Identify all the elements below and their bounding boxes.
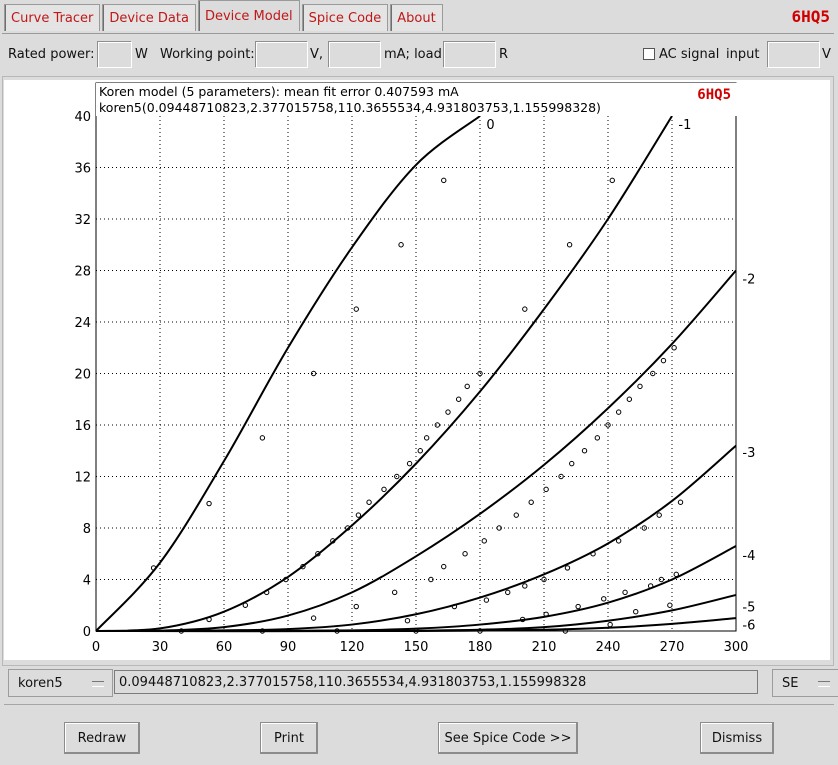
ma-load-label: mA; load	[384, 47, 442, 62]
rated-power-input[interactable]	[98, 42, 132, 68]
chart-subtitle: koren5(0.09448710823,2.377015758,110.365…	[99, 100, 601, 115]
tab-divider	[2, 33, 834, 34]
redraw-button[interactable]: Redraw	[64, 722, 140, 754]
curve-label: -5	[742, 601, 755, 616]
print-button[interactable]: Print	[260, 722, 318, 754]
x-tick-label: 30	[152, 640, 169, 655]
y-tick-label: 32	[74, 213, 91, 228]
rated-power-unit: W	[135, 47, 148, 62]
input-label: input	[726, 47, 760, 62]
divider	[4, 704, 834, 705]
curve-label: -4	[742, 549, 755, 564]
see-spice-code-button[interactable]: See Spice Code >>	[438, 722, 578, 754]
curve-label: -2	[742, 272, 755, 287]
working-point-ma-input[interactable]	[329, 42, 381, 68]
y-tick-label: 20	[74, 368, 91, 383]
tab-device-data[interactable]: Device Data	[102, 4, 196, 31]
chart-title: Koren model (5 parameters): mean fit err…	[99, 84, 459, 99]
x-tick-label: 120	[340, 640, 365, 655]
circuit-select-value: SE	[782, 675, 799, 691]
y-tick-label: 28	[74, 265, 91, 280]
model-select-value: koren5	[18, 675, 63, 691]
dismiss-button[interactable]: Dismiss	[700, 722, 774, 754]
curve-label: -3	[742, 446, 755, 461]
working-point-volts-input[interactable]	[256, 42, 308, 68]
tab-device-model[interactable]: Device Model	[197, 0, 300, 31]
x-tick-label: 150	[404, 640, 429, 655]
x-tick-label: 300	[724, 640, 749, 655]
x-tick-label: 240	[596, 640, 621, 655]
y-tick-label: 0	[83, 625, 91, 640]
volts-unit: V,	[310, 47, 324, 62]
input-unit: V	[822, 47, 831, 62]
operating-point-row: Rated power: W Working point: V, mA; loa…	[8, 42, 831, 68]
circuit-select[interactable]: SE	[772, 669, 838, 697]
load-input[interactable]	[444, 42, 496, 68]
y-tick-label: 8	[83, 522, 91, 537]
plot-area: 0 30 60 90 120 150 180 210 240 270 300 0 4 8 12 16 20 24 2…	[4, 80, 830, 660]
chart-tube-label: 6HQ5	[697, 87, 731, 103]
x-tick-label: 270	[660, 640, 685, 655]
rated-power-label: Rated power:	[8, 47, 95, 62]
y-tick-label: 36	[74, 162, 91, 177]
curve-label: -6	[742, 619, 755, 634]
x-tick-label: 0	[92, 640, 100, 655]
chevron-down-icon	[92, 681, 104, 687]
y-tick-label: 16	[74, 419, 91, 434]
x-tick-label: 210	[532, 640, 557, 655]
tab-about[interactable]: About	[390, 4, 443, 31]
tab-curve-tracer[interactable]: Curve Tracer	[4, 4, 101, 31]
tube-name-label: 6HQ5	[791, 7, 830, 26]
x-tick-label: 90	[280, 640, 297, 655]
model-select[interactable]: koren5	[8, 669, 113, 697]
device-model-chart: 0 30 60 90 120 150 180 210 240 270 300 0 4 8 12 16 20 24 2…	[4, 80, 830, 660]
x-tick-label: 60	[216, 640, 233, 655]
ac-signal-checkbox[interactable]	[643, 48, 655, 60]
model-parameters-field[interactable]: 0.09448710823,2.377015758,110.3655534,4.…	[114, 670, 758, 694]
y-tick-label: 40	[74, 110, 91, 125]
x-tick-label: 180	[468, 640, 493, 655]
curve-label: 0	[486, 118, 494, 133]
tab-bar: Curve Tracer Device Data Device Model Sp…	[4, 0, 445, 34]
y-tick-label: 4	[83, 574, 91, 589]
ac-input-field[interactable]	[768, 42, 820, 68]
y-tick-label: 24	[74, 316, 91, 331]
tab-spice-code[interactable]: Spice Code	[301, 4, 389, 31]
chevron-down-icon	[818, 681, 830, 687]
y-tick-label: 12	[74, 471, 91, 486]
ohms-unit: R	[499, 47, 509, 62]
curve-label: -1	[678, 118, 691, 133]
working-point-label: Working point:	[160, 47, 255, 62]
ac-signal-label: AC signal	[659, 47, 720, 62]
